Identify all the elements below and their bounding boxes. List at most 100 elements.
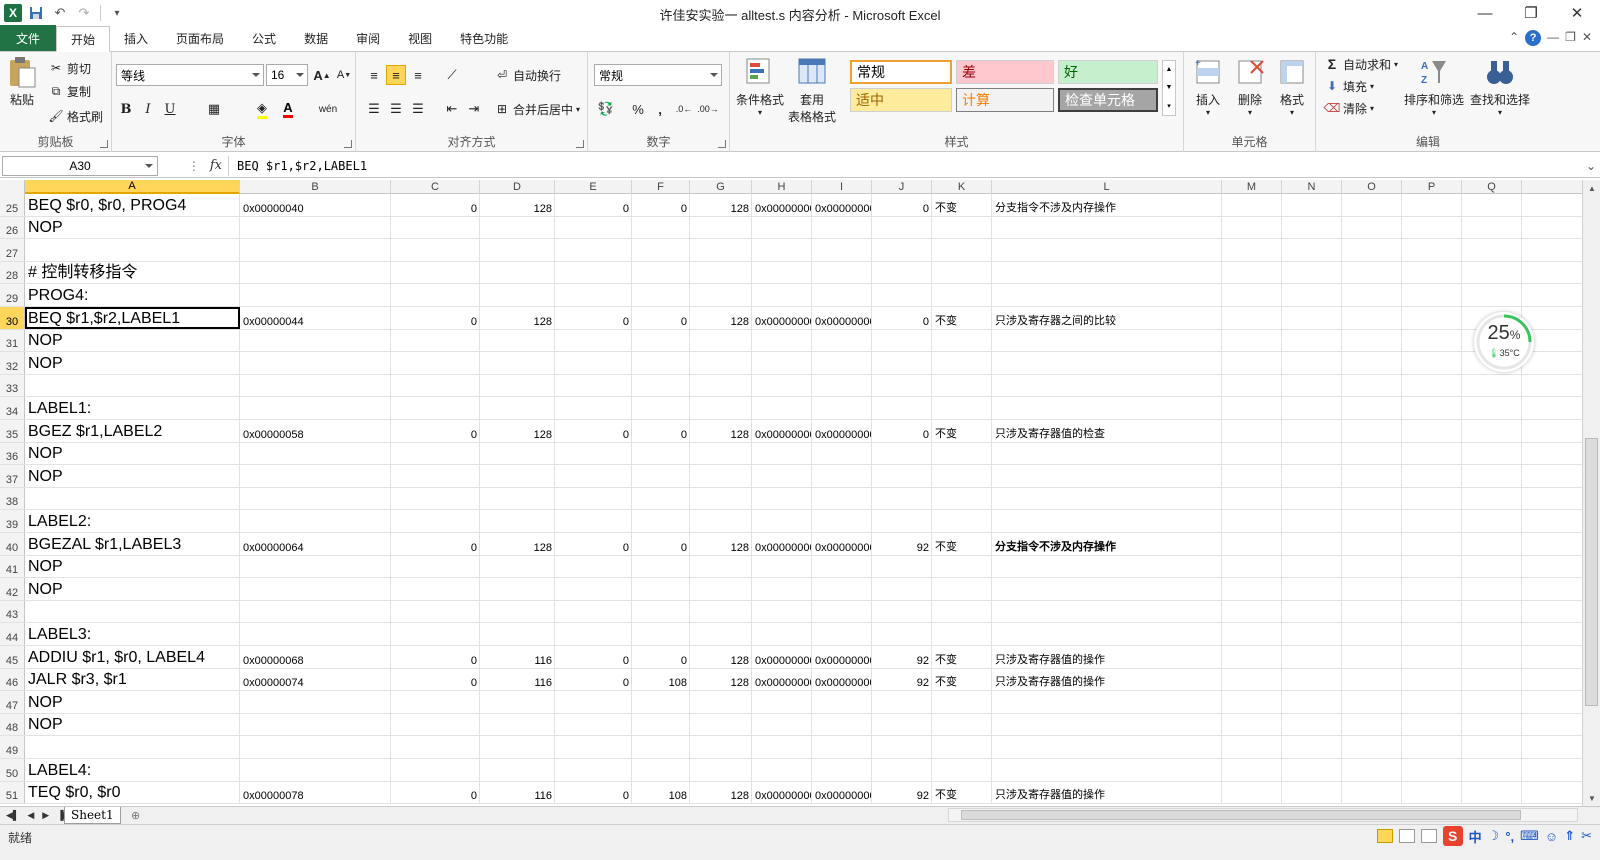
cell-k44[interactable]	[932, 623, 992, 645]
tab-page-layout[interactable]: 页面布局	[162, 26, 238, 51]
cell-h51[interactable]: 0x00000000	[752, 781, 812, 804]
cell-k29[interactable]	[932, 284, 992, 306]
cell-m49[interactable]	[1222, 736, 1282, 758]
cell-g25[interactable]: 128	[690, 194, 752, 216]
column-header-c[interactable]: C	[391, 180, 480, 194]
cell-g34[interactable]	[690, 397, 752, 419]
cell-o30[interactable]	[1342, 307, 1402, 329]
cell-i42[interactable]	[812, 578, 872, 600]
cell-c29[interactable]	[391, 284, 480, 306]
sort-filter-button[interactable]: AZ 排序和筛选 ▾	[1404, 56, 1464, 117]
cell-i33[interactable]	[812, 374, 872, 397]
cell-h25[interactable]: 0x00000000	[752, 194, 812, 216]
cell-c46[interactable]: 0	[391, 668, 480, 691]
cell-p35[interactable]	[1402, 420, 1462, 442]
cell-d47[interactable]	[480, 691, 555, 713]
cell-h32[interactable]	[752, 352, 812, 374]
cell-c51[interactable]: 0	[391, 781, 480, 804]
cell-l47[interactable]	[992, 691, 1222, 713]
cell-d28[interactable]	[480, 261, 555, 284]
style-normal[interactable]: 常规	[850, 60, 952, 84]
cell-e33[interactable]	[555, 374, 632, 397]
cell-o48[interactable]	[1342, 713, 1402, 736]
cell-n49[interactable]	[1282, 736, 1342, 758]
cell-n50[interactable]	[1282, 759, 1342, 781]
cell-k39[interactable]	[932, 510, 992, 532]
cell-g27[interactable]	[690, 239, 752, 261]
cell-g47[interactable]	[690, 691, 752, 713]
window-close-icon[interactable]: ✕	[1582, 30, 1592, 46]
cell-n39[interactable]	[1282, 510, 1342, 532]
row-header[interactable]: 46	[0, 668, 25, 691]
cell-d27[interactable]	[480, 239, 555, 261]
cell-f30[interactable]: 0	[632, 307, 690, 329]
cell-f39[interactable]	[632, 510, 690, 532]
cell-j36[interactable]	[872, 442, 932, 465]
excel-icon[interactable]: X	[4, 4, 22, 22]
cell-a49[interactable]	[25, 736, 240, 758]
cell-l34[interactable]	[992, 397, 1222, 419]
cell-a39[interactable]: LABEL2:	[25, 510, 240, 532]
cell-m32[interactable]	[1222, 352, 1282, 374]
cell-n51[interactable]	[1282, 781, 1342, 804]
column-header-j[interactable]: J	[872, 180, 932, 194]
cell-q28[interactable]	[1462, 261, 1522, 284]
cell-i45[interactable]: 0x00000000	[812, 646, 872, 668]
fill-color-icon[interactable]: ◈	[252, 99, 272, 119]
restore-button[interactable]: ❐	[1508, 0, 1554, 26]
copy-button[interactable]: ⧉ 复制	[48, 81, 91, 101]
cell-k26[interactable]	[932, 216, 992, 239]
tab-review[interactable]: 审阅	[342, 26, 394, 51]
cell-a43[interactable]	[25, 600, 240, 623]
cell-m35[interactable]	[1222, 420, 1282, 442]
cell-m47[interactable]	[1222, 691, 1282, 713]
clear-button[interactable]: ⌫ 清除 ▾	[1324, 98, 1375, 118]
cell-l40[interactable]: 分支指令不涉及内存操作	[992, 533, 1222, 555]
cell-h33[interactable]	[752, 374, 812, 397]
cell-g36[interactable]	[690, 442, 752, 465]
cell-i35[interactable]: 0x00000000	[812, 420, 872, 442]
cell-e26[interactable]	[555, 216, 632, 239]
cell-j42[interactable]	[872, 578, 932, 600]
cell-a35[interactable]: BGEZ $r1,LABEL2	[25, 420, 240, 442]
window-minimize-icon[interactable]: —	[1547, 30, 1559, 46]
cell-f35[interactable]: 0	[632, 420, 690, 442]
cell-n43[interactable]	[1282, 600, 1342, 623]
cell-d41[interactable]	[480, 555, 555, 578]
row-header[interactable]: 29	[0, 284, 25, 306]
cell-p47[interactable]	[1402, 691, 1462, 713]
cell-g35[interactable]: 128	[690, 420, 752, 442]
cell-c38[interactable]	[391, 487, 480, 510]
cell-e36[interactable]	[555, 442, 632, 465]
cell-j32[interactable]	[872, 352, 932, 374]
cell-j27[interactable]	[872, 239, 932, 261]
cell-j28[interactable]	[872, 261, 932, 284]
style-bad[interactable]: 差	[956, 60, 1054, 84]
cell-l28[interactable]	[992, 261, 1222, 284]
cell-o27[interactable]	[1342, 239, 1402, 261]
cell-m39[interactable]	[1222, 510, 1282, 532]
cell-p40[interactable]	[1402, 533, 1462, 555]
cell-j43[interactable]	[872, 600, 932, 623]
cell-d46[interactable]: 116	[480, 668, 555, 691]
window-restore-icon[interactable]: ❐	[1565, 30, 1576, 46]
column-header-i[interactable]: I	[812, 180, 872, 194]
sogou-ime-icon[interactable]: S	[1442, 826, 1463, 846]
cell-n38[interactable]	[1282, 487, 1342, 510]
cell-g32[interactable]	[690, 352, 752, 374]
decrease-indent-icon[interactable]: ⇤	[442, 99, 462, 119]
cell-l33[interactable]	[992, 374, 1222, 397]
cell-n47[interactable]	[1282, 691, 1342, 713]
cell-p39[interactable]	[1402, 510, 1462, 532]
cell-o51[interactable]	[1342, 781, 1402, 804]
cell-p31[interactable]	[1402, 329, 1462, 352]
increase-indent-icon[interactable]: ⇥	[464, 99, 484, 119]
cell-f44[interactable]	[632, 623, 690, 645]
page-break-view-icon[interactable]	[1420, 829, 1437, 843]
cell-g40[interactable]: 128	[690, 533, 752, 555]
cell-j41[interactable]	[872, 555, 932, 578]
cell-k50[interactable]	[932, 759, 992, 781]
increase-decimal-icon[interactable]: .0←	[674, 99, 694, 119]
row-header[interactable]: 47	[0, 691, 25, 713]
cell-a30[interactable]: BEQ $r1,$r2,LABEL1	[25, 307, 240, 329]
